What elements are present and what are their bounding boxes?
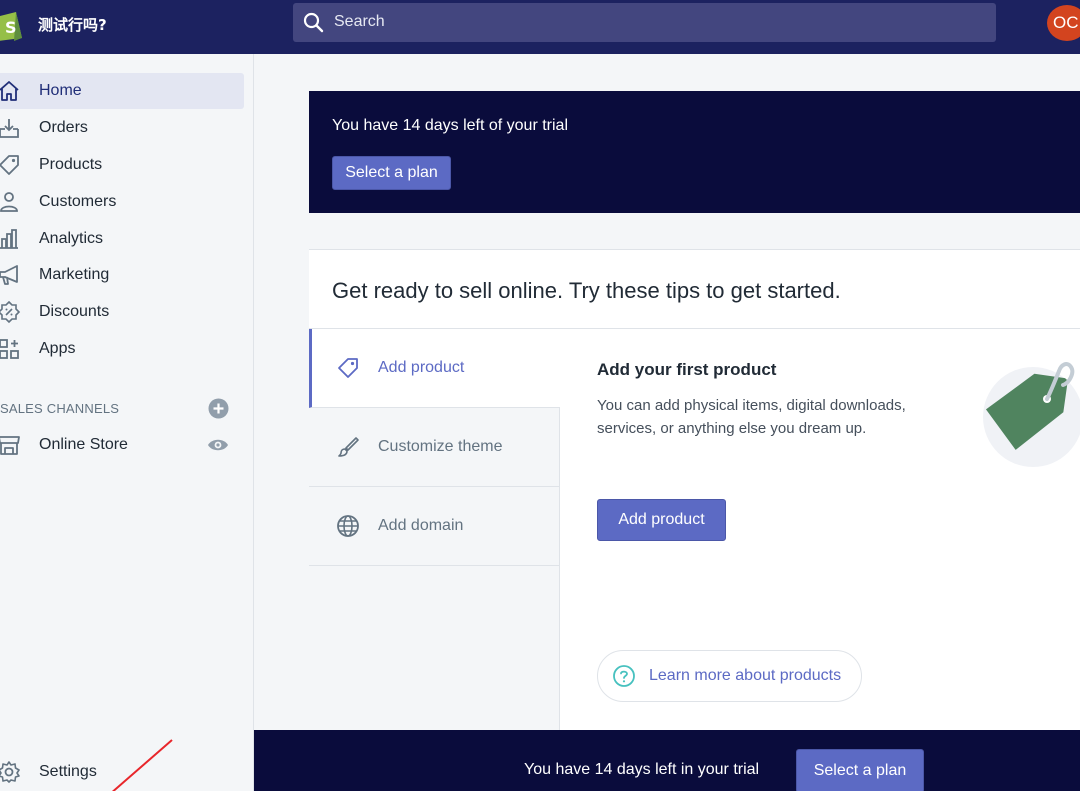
question-circle-icon bbox=[613, 665, 635, 687]
tag-icon bbox=[0, 155, 19, 175]
gear-icon bbox=[0, 761, 20, 783]
sidebar-item-label: Discounts bbox=[39, 303, 110, 320]
orders-icon bbox=[0, 119, 19, 138]
product-tag-illustration bbox=[983, 362, 1080, 467]
tab-customize-theme[interactable]: Customize theme bbox=[309, 408, 560, 487]
eye-icon[interactable] bbox=[207, 437, 229, 453]
tip-content: Add your first product You can add physi… bbox=[597, 360, 937, 437]
sidebar: Home Orders Products Customers Analytics… bbox=[0, 54, 254, 791]
sidebar-item-marketing[interactable]: Marketing bbox=[0, 257, 244, 293]
tip-heading: Add your first product bbox=[597, 360, 777, 379]
brush-icon bbox=[338, 437, 359, 457]
sidebar-item-apps[interactable]: Apps bbox=[0, 331, 244, 367]
shopify-logo-icon[interactable]: S bbox=[0, 8, 24, 42]
store-name[interactable]: 测试行吗? bbox=[38, 14, 107, 35]
sidebar-item-label: Online Store bbox=[39, 436, 128, 453]
bottom-trial-text: You have 14 days left in your trial bbox=[524, 761, 760, 778]
sidebar-item-label: Marketing bbox=[39, 266, 110, 283]
search-icon bbox=[303, 12, 324, 33]
tab-label: Add domain bbox=[378, 517, 464, 534]
sidebar-item-discounts[interactable]: Discounts bbox=[0, 294, 244, 330]
bar-chart-icon bbox=[0, 229, 18, 249]
tag-icon bbox=[338, 358, 358, 378]
store-icon bbox=[0, 436, 20, 455]
tips-title: Get ready to sell online. Try these tips… bbox=[332, 278, 841, 303]
globe-icon bbox=[337, 515, 359, 537]
tab-label: Customize theme bbox=[378, 438, 503, 455]
sidebar-item-label: Home bbox=[39, 82, 82, 99]
person-icon bbox=[0, 192, 18, 212]
trial-text: You have 14 days left of your trial bbox=[332, 117, 568, 134]
learn-more-label: Learn more about products bbox=[649, 667, 842, 684]
add-product-button[interactable]: Add product bbox=[597, 499, 726, 541]
select-plan-button-bottom[interactable]: Select a plan bbox=[796, 749, 924, 791]
sidebar-item-label: Customers bbox=[39, 193, 117, 210]
sidebar-item-label: Products bbox=[39, 156, 103, 173]
megaphone-icon bbox=[0, 265, 18, 285]
sidebar-item-products[interactable]: Products bbox=[0, 147, 244, 183]
search-bar[interactable]: Search bbox=[293, 3, 996, 42]
avatar[interactable]: OC bbox=[1047, 5, 1080, 41]
bottom-trial-bar: You have 14 days left in your trial Sele… bbox=[254, 730, 1080, 791]
apps-icon bbox=[0, 339, 19, 359]
discount-icon bbox=[0, 300, 21, 324]
svg-text:S: S bbox=[5, 18, 17, 37]
tab-label: Add product bbox=[378, 359, 465, 376]
search-placeholder: Search bbox=[334, 13, 385, 30]
top-bar: S 测试行吗? Search OC bbox=[0, 0, 1080, 54]
home-icon bbox=[0, 81, 19, 101]
select-plan-button[interactable]: Select a plan bbox=[332, 156, 451, 190]
learn-more-link[interactable]: Learn more about products bbox=[597, 650, 862, 702]
sidebar-item-analytics[interactable]: Analytics bbox=[0, 221, 244, 257]
sidebar-item-label: Apps bbox=[39, 340, 76, 357]
sidebar-item-customers[interactable]: Customers bbox=[0, 184, 244, 220]
tips-tab-list: Add product Customize theme Add domain bbox=[309, 329, 560, 740]
sidebar-item-label: Orders bbox=[39, 119, 88, 136]
trial-banner: You have 14 days left of your trial Sele… bbox=[309, 91, 1080, 213]
tip-description: You can add physical items, digital down… bbox=[597, 397, 906, 437]
sidebar-item-orders[interactable]: Orders bbox=[0, 110, 244, 146]
add-channel-icon[interactable] bbox=[208, 398, 229, 419]
tab-add-product[interactable]: Add product bbox=[309, 329, 560, 408]
tips-card: Get ready to sell online. Try these tips… bbox=[309, 249, 1080, 740]
tab-add-domain[interactable]: Add domain bbox=[309, 487, 560, 566]
sidebar-item-settings[interactable]: Settings bbox=[0, 754, 244, 790]
sidebar-item-label: Analytics bbox=[39, 230, 104, 247]
sidebar-item-home[interactable]: Home bbox=[0, 73, 244, 109]
sales-channels-title: SALES CHANNELS bbox=[0, 401, 120, 416]
sidebar-item-label: Settings bbox=[39, 763, 97, 780]
